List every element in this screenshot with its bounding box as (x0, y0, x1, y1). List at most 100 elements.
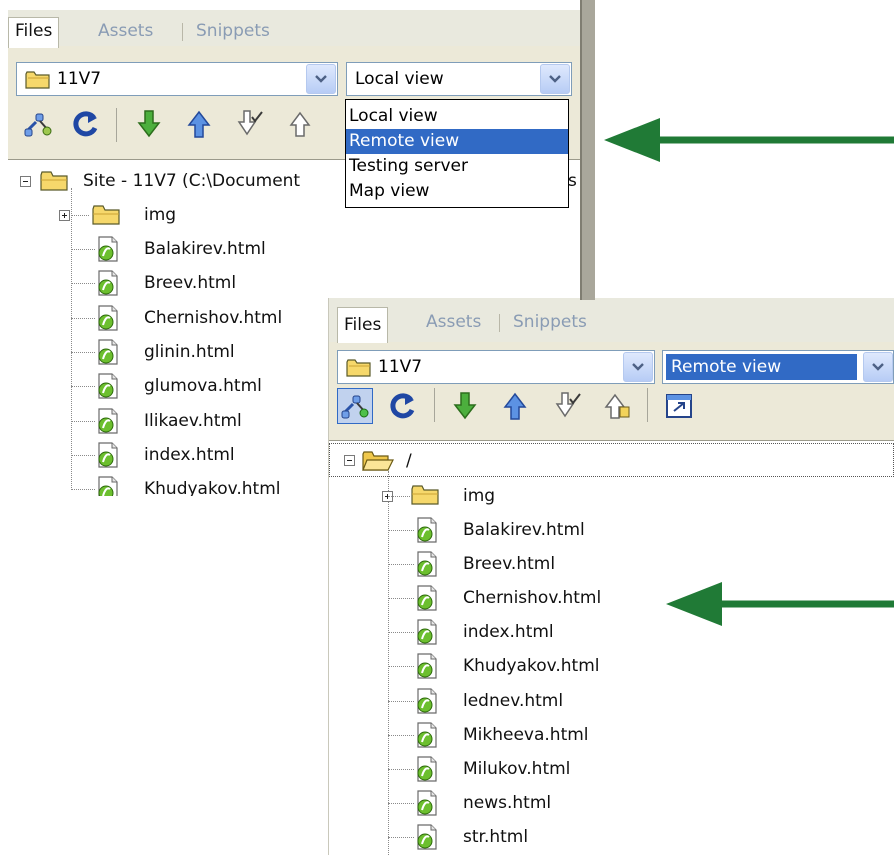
folder-icon (346, 359, 371, 377)
folder-icon (40, 171, 68, 191)
tab-files[interactable]: Files (8, 17, 60, 48)
check-in-icon[interactable] (286, 108, 318, 140)
html-file-icon (96, 304, 120, 331)
html-file-icon (417, 517, 437, 543)
html-file-icon (417, 585, 437, 611)
tree-root-row[interactable]: / (329, 443, 894, 477)
tree-guide-line (388, 734, 414, 736)
tree-item-label: lednev.html (463, 690, 564, 711)
tab-snippets[interactable]: Snippets (196, 18, 270, 46)
html-file-icon (417, 824, 437, 850)
tree-item-label: news.html (463, 792, 552, 813)
html-file-icon (98, 407, 118, 434)
tree-item-label: Balakirev.html (463, 520, 585, 540)
get-file-icon[interactable] (133, 108, 165, 140)
tree-file-row[interactable]: lednev.html (329, 684, 894, 718)
dropdown-option-remote-view[interactable]: Remote view (346, 129, 568, 154)
chevron-down-icon[interactable] (306, 64, 336, 94)
connect-icon[interactable] (22, 108, 54, 140)
tree-file-row[interactable]: Khudyakov.html (329, 649, 894, 683)
html-file-icon (417, 687, 437, 714)
html-file-icon (415, 517, 439, 543)
tree-guide-line (388, 632, 414, 634)
connect-icon[interactable] (339, 390, 371, 422)
view-select[interactable]: Remote view (662, 350, 894, 384)
put-file-icon[interactable] (183, 108, 215, 140)
tree-item-label: Chernishov.html (144, 307, 283, 328)
check-in-icon[interactable] (601, 390, 633, 422)
tree-file-row[interactable]: str.html (329, 820, 894, 854)
panel-tabbar: Files Assets Snippets (8, 10, 580, 48)
tab-assets[interactable]: Assets (98, 18, 153, 46)
html-file-icon (415, 687, 439, 714)
tab-files[interactable]: Files (337, 307, 389, 343)
html-file-icon (98, 442, 118, 468)
tree-guide-line (71, 215, 89, 216)
dropdown-option-local-view[interactable]: Local view (346, 104, 568, 129)
tree-item-label: Mikheeva.html (463, 724, 589, 745)
chevron-down-icon[interactable] (623, 352, 653, 382)
tree-guide-line (71, 249, 95, 250)
html-file-icon (96, 236, 120, 262)
toolbar (329, 388, 894, 430)
panel-splitter[interactable] (580, 0, 595, 300)
tree-root-label: Site - 11V7 (C:\Document (83, 171, 301, 191)
refresh-icon[interactable] (387, 390, 419, 422)
panel-controls: 11V7 Remote view (329, 342, 894, 440)
check-out-icon[interactable] (551, 390, 583, 422)
view-select-value: Local view (355, 69, 444, 89)
tree-guide-line (388, 768, 414, 770)
folder-open-icon (362, 451, 394, 471)
refresh-icon[interactable] (70, 108, 102, 140)
html-file-icon (415, 721, 439, 748)
get-file-icon[interactable] (449, 390, 481, 422)
view-select[interactable]: Local view (346, 62, 572, 96)
chevron-down-icon[interactable] (540, 64, 570, 94)
html-file-icon (415, 619, 439, 645)
tree-root-label-tail: s (568, 171, 577, 191)
tree-file-row[interactable]: Balakirev.html (329, 513, 894, 547)
tree-guide-line (388, 836, 414, 838)
collapse-icon[interactable] (20, 176, 31, 187)
html-file-icon (417, 721, 437, 748)
site-select[interactable]: 11V7 (16, 62, 338, 96)
expand-icon[interactable] (59, 210, 70, 221)
tree-item-label: index.html (463, 622, 554, 643)
tab-assets[interactable]: Assets (426, 309, 481, 337)
expand-view-icon[interactable] (663, 390, 695, 422)
collapse-icon[interactable] (344, 455, 355, 466)
chevron-down-icon[interactable] (863, 352, 893, 382)
html-file-icon (96, 373, 120, 399)
html-file-icon (417, 619, 437, 645)
tree-file-row[interactable]: news.html (329, 786, 894, 820)
folder-icon (411, 485, 439, 505)
view-dropdown-list[interactable]: Local view Remote view Testing server Ma… (345, 99, 569, 208)
tree-item-label: Chernishov.html (463, 588, 602, 609)
tree-item-label: Khudyakov.html (463, 656, 600, 677)
tree-item-label: img (463, 486, 496, 506)
dropdown-option-map-view[interactable]: Map view (346, 179, 568, 204)
html-file-icon (96, 476, 120, 496)
tree-folder-img[interactable]: img (329, 479, 894, 513)
html-file-icon (98, 270, 118, 296)
site-select[interactable]: 11V7 (337, 350, 655, 384)
tree-file-row[interactable]: Mikheeva.html (329, 718, 894, 752)
tree-item-label: Breev.html (144, 273, 237, 294)
check-out-icon[interactable] (233, 108, 265, 140)
tree-guide-line (388, 598, 414, 600)
tree-file-row[interactable]: Balakirev.html (8, 232, 580, 266)
arrow-pointing-remote-list (666, 582, 894, 626)
put-file-icon[interactable] (499, 390, 531, 422)
tree-guide-line (388, 802, 414, 804)
tree-item-label: img (144, 205, 177, 225)
dropdown-option-testing-server[interactable]: Testing server (346, 154, 568, 179)
tree-item-label: glinin.html (144, 341, 235, 362)
html-file-icon (417, 790, 437, 816)
toolbar-separator (116, 108, 117, 142)
tree-item-label: str.html (463, 826, 529, 847)
tab-snippets[interactable]: Snippets (513, 309, 587, 337)
tree-guide-line (71, 351, 95, 353)
html-file-icon (415, 551, 439, 577)
tree-file-row[interactable]: Breev.html (8, 266, 580, 300)
tree-file-row[interactable]: Milukov.html (329, 752, 894, 786)
